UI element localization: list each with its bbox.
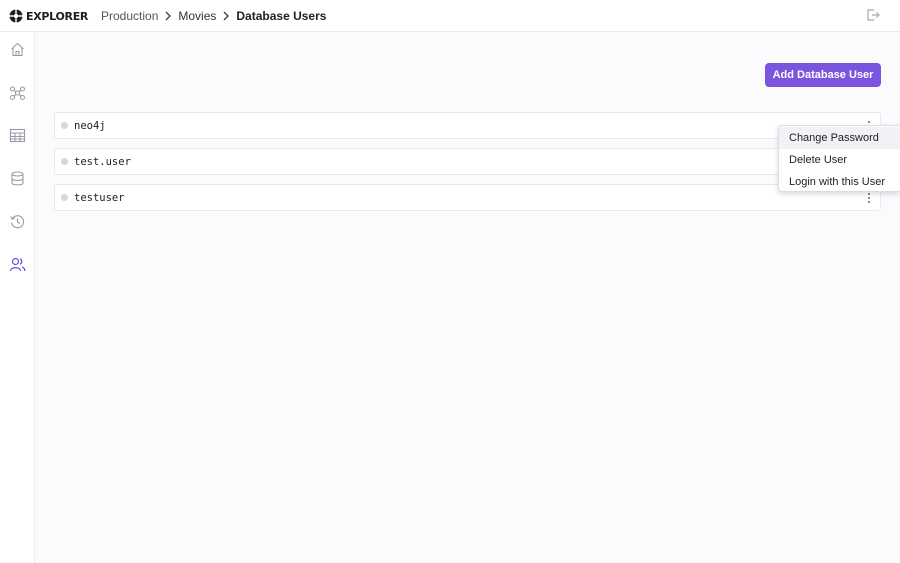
users-icon xyxy=(9,257,26,272)
menu-item-login-with-user[interactable]: Login with this User xyxy=(779,171,900,193)
user-row[interactable]: test.user xyxy=(54,148,881,175)
status-dot xyxy=(61,194,68,201)
top-bar: EXPLORER Production Movies Database User… xyxy=(0,0,900,32)
sidebar-item-graph[interactable] xyxy=(9,84,26,101)
sidebar-item-users[interactable] xyxy=(9,256,26,273)
more-options-icon[interactable] xyxy=(865,191,873,205)
sidebar-item-home[interactable] xyxy=(9,41,26,58)
status-dot xyxy=(61,158,68,165)
user-context-menu: Change Password Delete User Login with t… xyxy=(778,125,900,192)
breadcrumb-production[interactable]: Production xyxy=(101,9,158,23)
breadcrumb: Production Movies Database Users xyxy=(101,8,326,24)
user-name: testuser xyxy=(74,192,125,204)
database-icon xyxy=(11,171,24,186)
user-name: test.user xyxy=(74,156,131,168)
chevron-right-icon xyxy=(158,11,178,21)
logout-icon[interactable] xyxy=(865,7,881,23)
sidebar xyxy=(0,32,35,563)
sidebar-item-database[interactable] xyxy=(9,170,26,187)
logo-text: EXPLORER xyxy=(26,9,89,23)
history-icon xyxy=(10,215,25,229)
menu-item-delete-user[interactable]: Delete User xyxy=(779,149,900,171)
graph-icon xyxy=(9,86,26,101)
app-logo[interactable]: EXPLORER xyxy=(9,8,88,24)
breadcrumb-database-users: Database Users xyxy=(236,9,327,23)
chevron-right-icon xyxy=(216,11,236,21)
add-database-user-button[interactable]: Add Database User xyxy=(765,63,881,87)
logo-icon xyxy=(9,9,23,23)
table-icon xyxy=(9,128,26,143)
user-row[interactable]: testuser xyxy=(54,184,881,211)
sidebar-item-history[interactable] xyxy=(9,213,26,230)
sidebar-item-table[interactable] xyxy=(9,127,26,144)
user-row[interactable]: neo4j xyxy=(54,112,881,139)
user-name: neo4j xyxy=(74,120,106,132)
status-dot xyxy=(61,122,68,129)
menu-item-change-password[interactable]: Change Password xyxy=(779,127,900,149)
home-icon xyxy=(11,42,24,57)
breadcrumb-movies[interactable]: Movies xyxy=(178,9,216,23)
